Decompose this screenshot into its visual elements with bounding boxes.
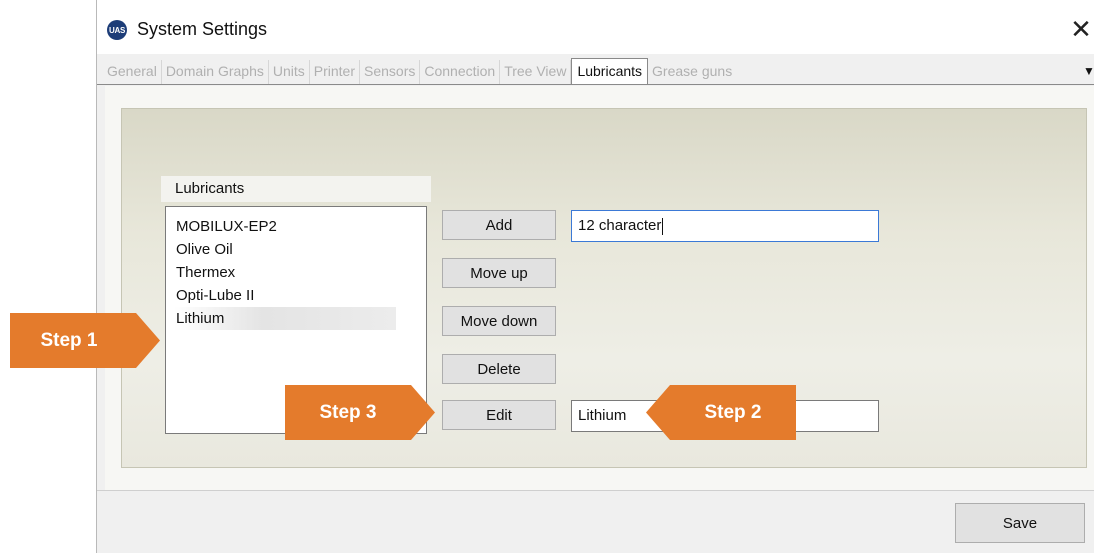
- delete-button[interactable]: Delete: [442, 354, 556, 384]
- save-button[interactable]: Save: [955, 503, 1085, 543]
- edit-input-value: Lithium: [578, 407, 627, 424]
- step-2-callout: Step 2: [646, 385, 796, 440]
- close-icon[interactable]: ✕: [1067, 14, 1094, 44]
- tab-units[interactable]: Units: [269, 60, 310, 84]
- window-title: System Settings: [137, 19, 268, 39]
- tab-general[interactable]: General: [103, 60, 162, 84]
- tab-strip: General Domain Graphs Units Printer Sens…: [103, 56, 736, 85]
- list-item[interactable]: MOBILUX-EP2: [176, 215, 426, 238]
- tab-scroll-down-icon[interactable]: ▼: [1083, 64, 1094, 78]
- text-caret: [662, 217, 664, 235]
- move-up-button[interactable]: Move up: [442, 258, 556, 288]
- tab-tree-view[interactable]: Tree View: [500, 60, 572, 84]
- edit-button[interactable]: Edit: [442, 400, 556, 430]
- add-button[interactable]: Add: [442, 210, 556, 240]
- system-settings-window: UAS System Settings ✕ General Domain Gra…: [96, 0, 1094, 553]
- add-input-value: 12 character: [578, 217, 662, 234]
- tab-lubricants[interactable]: Lubricants: [571, 58, 649, 85]
- footer-divider: [97, 490, 1094, 491]
- tab-sensors[interactable]: Sensors: [360, 60, 421, 84]
- tab-printer[interactable]: Printer: [310, 60, 360, 84]
- lubricants-group-label: Lubricants: [161, 176, 431, 202]
- uas-logo-icon: UAS: [107, 20, 127, 40]
- step-1-label: Step 1: [40, 329, 98, 351]
- tab-divider: [97, 84, 1094, 85]
- list-item-selected[interactable]: Lithium: [174, 307, 396, 330]
- tab-domain-graphs[interactable]: Domain Graphs: [162, 60, 269, 84]
- move-down-button[interactable]: Move down: [442, 306, 556, 336]
- step-3-label: Step 3: [319, 401, 377, 423]
- list-item[interactable]: Opti-Lube II: [176, 284, 426, 307]
- step-3-callout: Step 3: [285, 385, 435, 440]
- tab-connection[interactable]: Connection: [420, 60, 501, 84]
- add-lubricant-input[interactable]: 12 character: [571, 210, 879, 242]
- title-bar: UAS System Settings ✕: [97, 0, 1094, 54]
- list-item[interactable]: Thermex: [176, 261, 426, 284]
- list-item[interactable]: Olive Oil: [176, 238, 426, 261]
- step-2-label: Step 2: [704, 401, 762, 423]
- step-1-callout: Step 1: [10, 313, 160, 368]
- tab-grease-guns[interactable]: Grease guns: [648, 60, 736, 84]
